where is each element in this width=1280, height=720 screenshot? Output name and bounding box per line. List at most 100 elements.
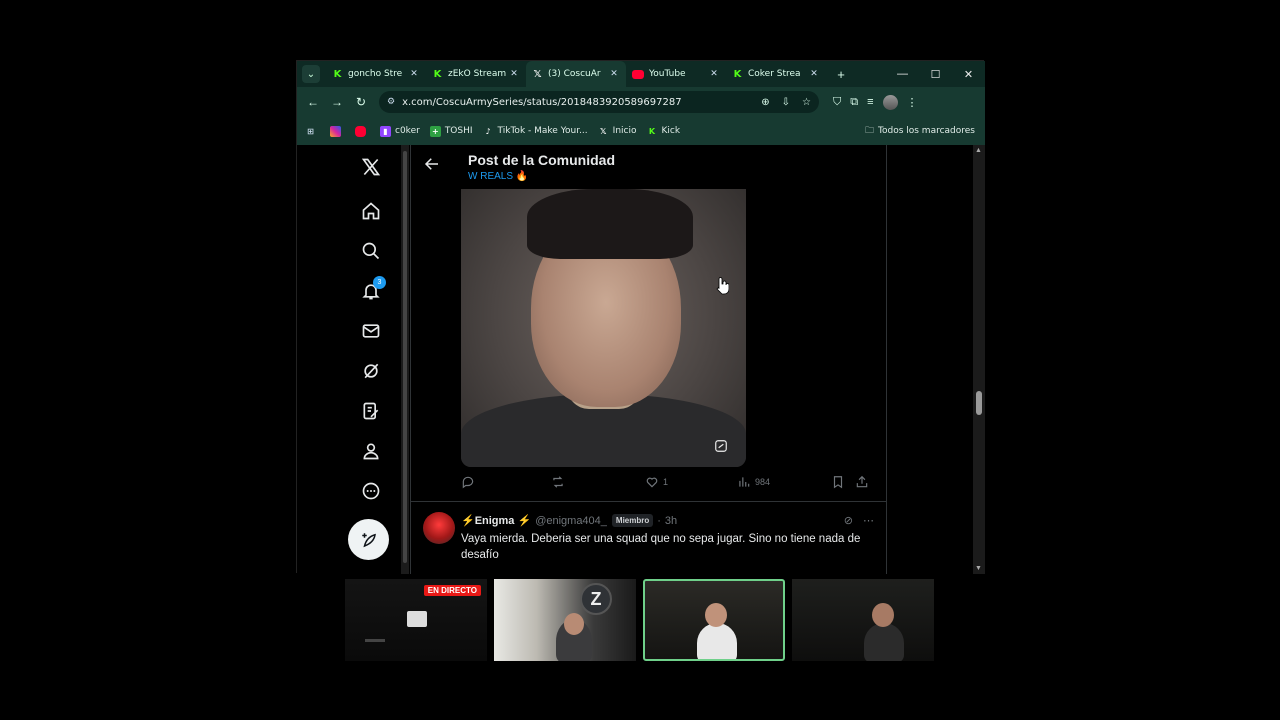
live-badge: EN DIRECTO — [423, 585, 481, 596]
share-icon — [856, 475, 868, 488]
search-icon[interactable] — [355, 235, 387, 267]
shield-extension-icon[interactable]: ⛉ — [833, 96, 841, 109]
reply-time[interactable]: 3h — [665, 515, 677, 527]
bookmark-label: Kick — [661, 126, 681, 136]
reply-author-handle[interactable]: @enigma404_ — [535, 515, 607, 527]
forward-arrow-icon[interactable]: → — [325, 95, 349, 109]
kick-icon: K — [733, 68, 742, 80]
streamer-face — [564, 613, 584, 635]
tab-title: goncho Stre — [348, 69, 403, 79]
profile-avatar[interactable] — [882, 94, 898, 110]
bookmark-button[interactable] — [831, 475, 845, 489]
window-controls: — ☐ ✕ — [886, 61, 985, 87]
stream-preview-2[interactable]: Z — [494, 579, 636, 661]
media-controls-icon[interactable]: ≡ — [867, 96, 873, 108]
bookmark-c0ker[interactable]: ▮ c0ker — [380, 125, 420, 137]
compose-post-button[interactable] — [348, 519, 389, 560]
view-count: 984 — [755, 477, 771, 487]
close-icon[interactable]: ✕ — [508, 69, 520, 79]
more-dots-icon[interactable]: ⋯ — [863, 514, 874, 527]
bookmark-star-icon[interactable]: ☆ — [802, 97, 811, 108]
bookmark-youtube[interactable] — [355, 125, 370, 137]
more-options-icon[interactable] — [355, 475, 387, 507]
stream-preview-3[interactable] — [643, 579, 785, 661]
all-bookmarks[interactable]: 🗀 Todos los marcadores — [865, 117, 975, 145]
scroll-up-arrow-icon[interactable]: ▲ — [975, 147, 982, 154]
back-arrow-icon[interactable]: ← — [301, 95, 325, 109]
address-bar[interactable]: ⚙ x.com/CoscuArmySeries/status/201848392… — [379, 91, 819, 113]
repost-button[interactable] — [551, 475, 565, 489]
repost-icon — [553, 476, 563, 488]
toolbar-icons: ⛉ ⧉ ≡ ⋮ — [833, 94, 918, 110]
all-bookmarks-label: Todos los marcadores — [878, 126, 975, 136]
page-scrollbar[interactable]: ▲ ▼ — [973, 145, 985, 574]
site-info-icon[interactable]: ⚙ — [387, 97, 395, 107]
tab-title: zEkO Stream — [448, 69, 507, 79]
scroll-down-arrow-icon[interactable]: ▼ — [975, 565, 982, 572]
close-icon[interactable]: ✕ — [708, 69, 720, 79]
separator-dot: · — [657, 514, 661, 527]
stream-preview-4[interactable] — [792, 579, 934, 661]
bookmark-icon — [833, 476, 843, 489]
post-media-gif[interactable] — [461, 189, 746, 467]
new-tab-button[interactable]: + — [832, 67, 850, 82]
menu-dots-icon[interactable]: ⋮ — [907, 96, 918, 109]
feather-plus-icon — [361, 532, 376, 547]
messages-icon[interactable] — [355, 315, 387, 347]
column-divider — [886, 145, 887, 574]
tab-youtube[interactable]: YouTube ✕ — [626, 61, 726, 87]
tab-zeko[interactable]: K zEkO Stream ✕ — [426, 61, 526, 87]
reply-post[interactable]: ⚡Enigma ⚡ @enigma404_ Miembro · 3h ⊘ ⋯ V… — [411, 502, 886, 574]
reply-author-name[interactable]: ⚡Enigma ⚡ — [461, 514, 531, 527]
instagram-icon — [330, 125, 341, 137]
reload-icon[interactable]: ↻ — [349, 95, 373, 109]
reply-button[interactable] — [461, 475, 475, 489]
gif-icon[interactable] — [714, 439, 728, 453]
zoom-icon[interactable]: ⊕ — [761, 97, 769, 108]
avatar[interactable] — [423, 512, 455, 544]
home-icon[interactable] — [355, 195, 387, 227]
share-button[interactable] — [855, 475, 869, 489]
streamer-face — [705, 603, 727, 627]
stream-preview-1[interactable]: EN DIRECTO — [345, 579, 487, 661]
community-name[interactable]: W REALS 🔥 — [468, 171, 528, 182]
notifications-bell-icon[interactable]: 3 — [355, 275, 387, 307]
youtube-icon — [355, 125, 366, 137]
tab-search-button[interactable]: ⌄ — [302, 65, 320, 83]
bookmark-inicio[interactable]: 𝕏 Inicio — [598, 126, 637, 137]
tab-coker[interactable]: K Coker Strea ✕ — [726, 61, 826, 87]
reply-meta: ⚡Enigma ⚡ @enigma404_ Miembro · 3h — [461, 514, 677, 527]
close-window-icon[interactable]: ✕ — [952, 68, 985, 81]
install-app-icon[interactable]: ⇩ — [782, 97, 790, 108]
x-logo-icon[interactable] — [355, 151, 387, 183]
lists-icon[interactable] — [355, 395, 387, 427]
reply-text: Vaya mierda. Deberia ser una squad que n… — [461, 533, 861, 561]
views-button[interactable]: 984 — [737, 475, 770, 489]
close-icon[interactable]: ✕ — [808, 69, 820, 79]
tab-goncho[interactable]: K goncho Stre ✕ — [326, 61, 426, 87]
bookmark-tiktok[interactable]: ♪ TikTok - Make Your... — [483, 126, 587, 137]
close-icon[interactable]: ✕ — [608, 69, 620, 79]
grok-icon[interactable] — [355, 355, 387, 387]
maximize-icon[interactable]: ☐ — [919, 68, 952, 81]
bookmark-toshi[interactable]: + TOSHI — [429, 125, 473, 137]
like-count: 1 — [663, 477, 669, 487]
profile-icon[interactable] — [355, 435, 387, 467]
tiktok-icon: ♪ — [485, 126, 491, 136]
bookmark-kick[interactable]: K Kick — [647, 126, 681, 137]
bookmark-instagram[interactable] — [330, 125, 345, 137]
close-icon[interactable]: ✕ — [408, 69, 420, 79]
grok-icon[interactable]: ⊘ — [844, 514, 853, 527]
page-title: Post de la Comunidad — [468, 152, 616, 168]
back-arrow-icon[interactable] — [423, 155, 441, 173]
sidebar-scrollbar[interactable] — [401, 145, 409, 574]
like-button[interactable]: 1 — [645, 475, 668, 489]
apps-grid-icon[interactable]: ⊞ — [305, 126, 320, 137]
tab-coscu-army[interactable]: 𝕏 (3) CoscuAr ✕ — [526, 61, 626, 87]
plus-icon: + — [429, 125, 441, 137]
extensions-icon[interactable]: ⧉ — [850, 96, 858, 109]
browser-window: ⌄ K goncho Stre ✕ K zEkO Stream ✕ 𝕏 (3) … — [296, 60, 985, 574]
minimize-icon[interactable]: — — [886, 68, 919, 80]
scrollbar-thumb[interactable] — [976, 391, 982, 415]
tab-title: YouTube — [649, 69, 686, 79]
